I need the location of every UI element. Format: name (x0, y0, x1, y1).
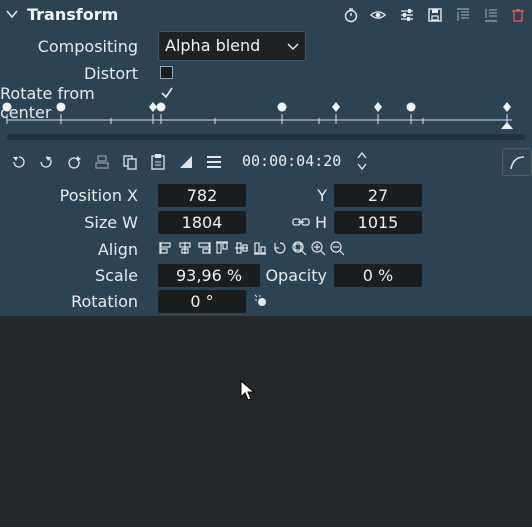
align-right-icon[interactable] (198, 242, 211, 254)
rotate-center-checkbox[interactable] (160, 86, 174, 99)
align-buttons (159, 241, 345, 256)
distort-checkbox[interactable] (160, 66, 173, 79)
size-w-input[interactable]: 1804 (158, 211, 246, 234)
rotation-input[interactable]: 0 ° (158, 290, 246, 313)
scale-label: Scale (94, 266, 138, 285)
copy-icon[interactable] (121, 153, 139, 171)
scale-input[interactable]: 93,96 % (158, 264, 260, 287)
position-x-label: Position X (59, 186, 138, 205)
link-icon[interactable] (292, 216, 310, 228)
trash-icon[interactable] (510, 7, 526, 23)
compositing-value: Alpha blend (165, 36, 261, 55)
panel-title: Transform (27, 5, 119, 24)
sliders-icon[interactable] (399, 7, 415, 23)
size-h-input[interactable]: 1015 (334, 211, 422, 234)
reset-icon[interactable] (274, 242, 286, 254)
zoom-fit-icon[interactable] (292, 241, 307, 256)
position-x-input[interactable]: 782 (158, 184, 246, 207)
keyframe-marker[interactable] (406, 102, 416, 112)
position-y-label: Y (317, 186, 327, 205)
curve-icon (510, 156, 525, 170)
align-keyframe-icon[interactable] (93, 153, 111, 171)
zoom-in-icon[interactable] (311, 241, 326, 256)
eye-icon[interactable] (370, 7, 386, 23)
chevron-down-icon (287, 43, 299, 51)
timeline-scrollbar[interactable] (7, 134, 525, 140)
paste-icon[interactable] (149, 153, 167, 171)
keyframe-marker[interactable] (503, 102, 511, 112)
keyframe-marker[interactable] (2, 102, 12, 112)
keyframe-marker[interactable] (332, 102, 340, 112)
size-h-label: H (314, 213, 327, 232)
playhead-marker[interactable] (501, 122, 513, 129)
menu-icon[interactable] (205, 153, 223, 171)
chevron-down-icon[interactable] (6, 9, 18, 19)
align-left-icon[interactable] (159, 242, 171, 254)
add-keyframe-icon[interactable] (37, 153, 55, 171)
distort-label: Distort (83, 64, 138, 83)
keyframe-marker[interactable] (277, 102, 287, 112)
stopwatch-icon[interactable] (343, 7, 359, 23)
zoom-out-icon[interactable] (330, 241, 345, 256)
compositing-select[interactable]: Alpha blend (158, 31, 306, 61)
position-y-input[interactable]: 27 (334, 184, 422, 207)
compositing-label: Compositing (37, 37, 138, 56)
next-keyframe-icon[interactable] (65, 153, 83, 171)
previous-keyframe-icon[interactable] (10, 153, 28, 171)
keyframe-marker[interactable] (156, 102, 166, 112)
mouse-cursor-icon (240, 380, 256, 401)
align-top-icon[interactable] (455, 7, 471, 23)
align-hcenter-icon[interactable] (179, 242, 191, 254)
align-bottom-icon[interactable] (483, 7, 499, 23)
rotate-effect-icon[interactable] (254, 294, 268, 308)
align-label: Align (97, 240, 138, 259)
curve-editor-button[interactable] (502, 148, 532, 176)
save-icon[interactable] (427, 7, 443, 23)
align-bottom-icon[interactable] (254, 242, 266, 255)
timecode-spin-icon[interactable] (356, 151, 368, 171)
interpolation-icon[interactable] (177, 153, 195, 171)
size-w-label: Size W (84, 213, 138, 232)
opacity-input[interactable]: 0 % (334, 264, 422, 287)
rotation-label: Rotation (71, 292, 138, 311)
opacity-label: Opacity (265, 266, 327, 285)
align-vcenter-icon[interactable] (235, 242, 248, 254)
keyframe-marker[interactable] (374, 102, 382, 112)
timecode-display[interactable]: 00:00:04:20 (242, 152, 341, 170)
keyframe-marker[interactable] (56, 102, 66, 112)
keyframe-marker[interactable] (149, 102, 157, 112)
panel-header: Transform (0, 0, 532, 30)
align-top-icon[interactable] (216, 241, 228, 254)
keyframe-timeline[interactable] (0, 100, 532, 150)
